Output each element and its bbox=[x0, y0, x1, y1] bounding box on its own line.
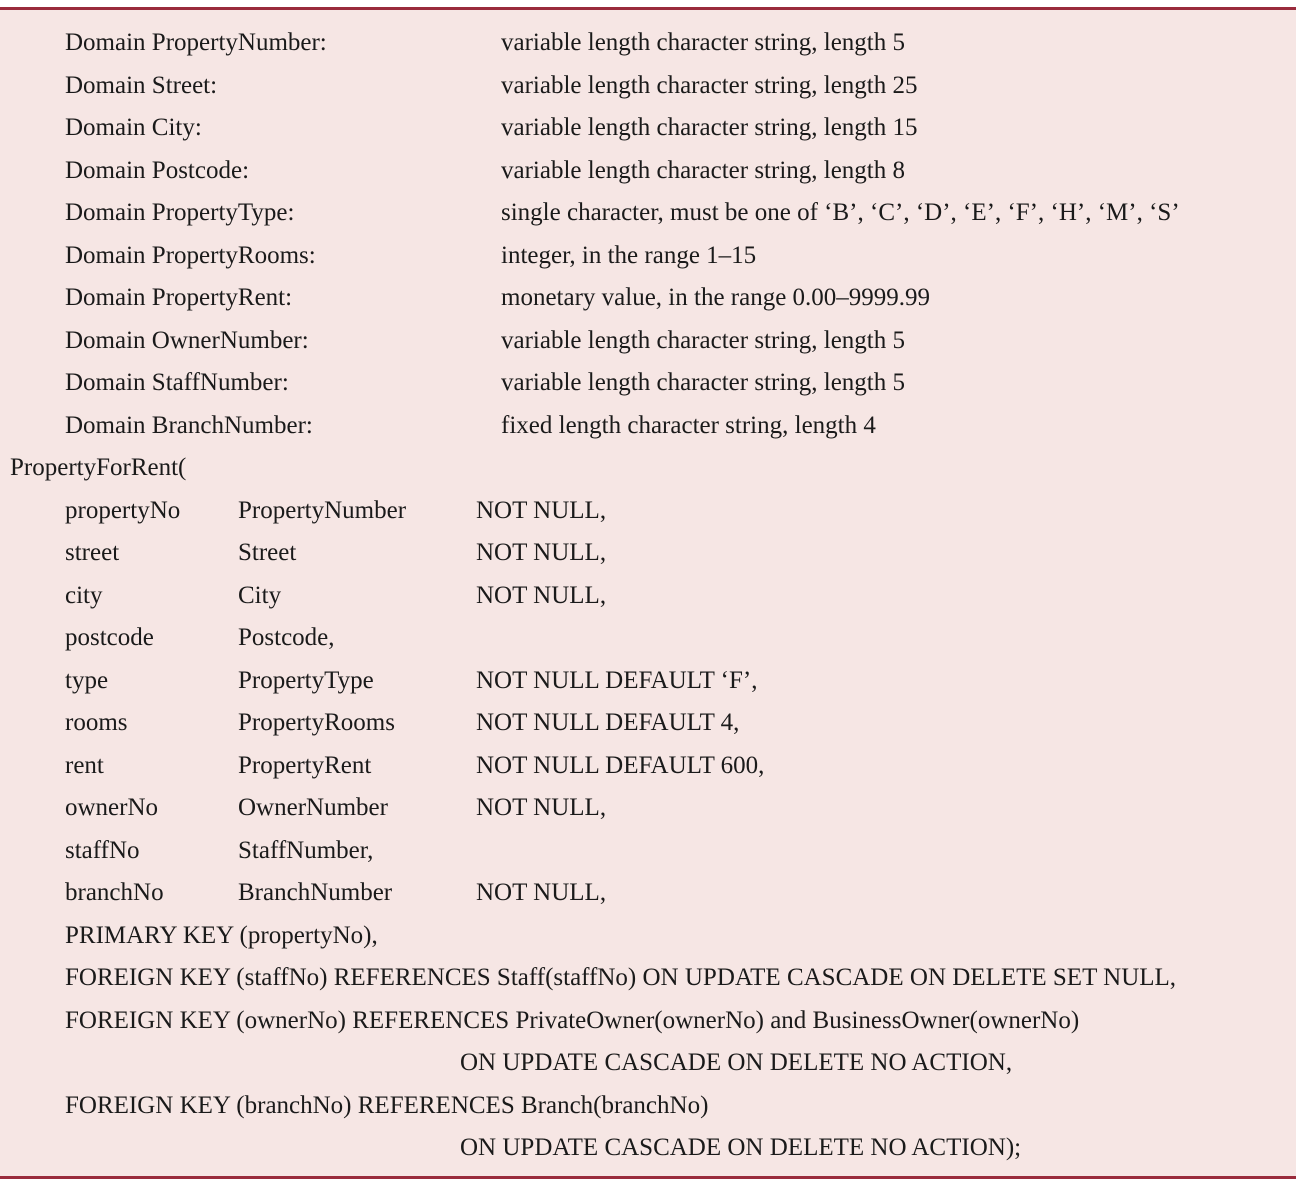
domain-name: Domain PropertyNumber: bbox=[65, 29, 327, 56]
attribute-name: rent bbox=[65, 752, 104, 779]
attribute-domain: Street bbox=[238, 539, 297, 566]
attribute-constraint: NOT NULL DEFAULT 4, bbox=[476, 709, 740, 736]
domain-name: Domain OwnerNumber: bbox=[65, 327, 309, 354]
domain-name: Domain City: bbox=[65, 114, 202, 141]
domain-definition: variable length character string, length… bbox=[501, 72, 918, 99]
domain-name: Domain Street: bbox=[65, 72, 218, 99]
domain-definition: monetary value, in the range 0.00–9999.9… bbox=[501, 284, 931, 311]
domain-definition: variable length character string, length… bbox=[501, 157, 906, 184]
attribute-domain: PropertyRent bbox=[238, 752, 372, 779]
attribute-constraint: NOT NULL, bbox=[476, 497, 607, 524]
domain-definition: fixed length character string, length 4 bbox=[501, 412, 876, 439]
attribute-domain: City bbox=[238, 582, 282, 609]
attribute-domain: OwnerNumber bbox=[238, 794, 388, 821]
attribute-domain: BranchNumber bbox=[238, 879, 393, 906]
attribute-constraint: NOT NULL DEFAULT 600, bbox=[476, 752, 765, 779]
primary-key-clause: PRIMARY KEY (propertyNo), bbox=[65, 922, 378, 949]
domain-name: Domain StaffNumber: bbox=[65, 369, 289, 396]
attribute-name: postcode bbox=[65, 624, 154, 651]
foreign-key-branch-clause: FOREIGN KEY (branchNo) REFERENCES Branch… bbox=[65, 1092, 709, 1119]
domain-definition: integer, in the range 1–15 bbox=[501, 242, 757, 269]
attribute-domain: PropertyRooms bbox=[238, 709, 395, 736]
attribute-constraint: NOT NULL, bbox=[476, 879, 607, 906]
domain-name: Domain BranchNumber: bbox=[65, 412, 313, 439]
attribute-name: ownerNo bbox=[65, 794, 159, 821]
domain-definition: variable length character string, length… bbox=[501, 114, 918, 141]
domain-name: Domain Postcode: bbox=[65, 157, 250, 184]
attribute-domain: PropertyNumber bbox=[238, 497, 407, 524]
attribute-constraint: NOT NULL, bbox=[476, 794, 607, 821]
attribute-name: city bbox=[65, 582, 103, 609]
domain-definition: single character, must be one of ‘B’, ‘C… bbox=[501, 199, 1180, 226]
schema-definition-panel: Domain PropertyNumber: variable length c… bbox=[0, 7, 1296, 1179]
attribute-constraint: NOT NULL DEFAULT ‘F’, bbox=[476, 667, 758, 694]
domain-name: Domain PropertyRent: bbox=[65, 284, 293, 311]
domain-definition: variable length character string, length… bbox=[501, 29, 906, 56]
domain-name: Domain PropertyRooms: bbox=[65, 242, 316, 269]
foreign-key-branch-actions: ON UPDATE CASCADE ON DELETE NO ACTION); bbox=[460, 1134, 1022, 1161]
attribute-name: staffNo bbox=[65, 837, 140, 864]
attribute-name: branchNo bbox=[65, 879, 164, 906]
domain-name: Domain PropertyType: bbox=[65, 199, 295, 226]
attribute-domain: PropertyType bbox=[238, 667, 374, 694]
domain-definition: variable length character string, length… bbox=[501, 327, 906, 354]
attribute-name: propertyNo bbox=[65, 497, 181, 524]
attribute-name: rooms bbox=[65, 709, 128, 736]
domain-definition: variable length character string, length… bbox=[501, 369, 906, 396]
foreign-key-owner-actions: ON UPDATE CASCADE ON DELETE NO ACTION, bbox=[460, 1049, 1013, 1076]
attribute-domain: Postcode, bbox=[238, 624, 335, 651]
foreign-key-owner-clause: FOREIGN KEY (ownerNo) REFERENCES Private… bbox=[65, 1007, 1080, 1034]
table-header: PropertyForRent( bbox=[10, 454, 187, 481]
attribute-name: type bbox=[65, 667, 109, 694]
attribute-constraint: NOT NULL, bbox=[476, 539, 607, 566]
attribute-constraint: NOT NULL, bbox=[476, 582, 607, 609]
foreign-key-staff-clause: FOREIGN KEY (staffNo) REFERENCES Staff(s… bbox=[65, 964, 1177, 991]
attribute-domain: StaffNumber, bbox=[238, 837, 374, 864]
attribute-name: street bbox=[65, 539, 120, 566]
